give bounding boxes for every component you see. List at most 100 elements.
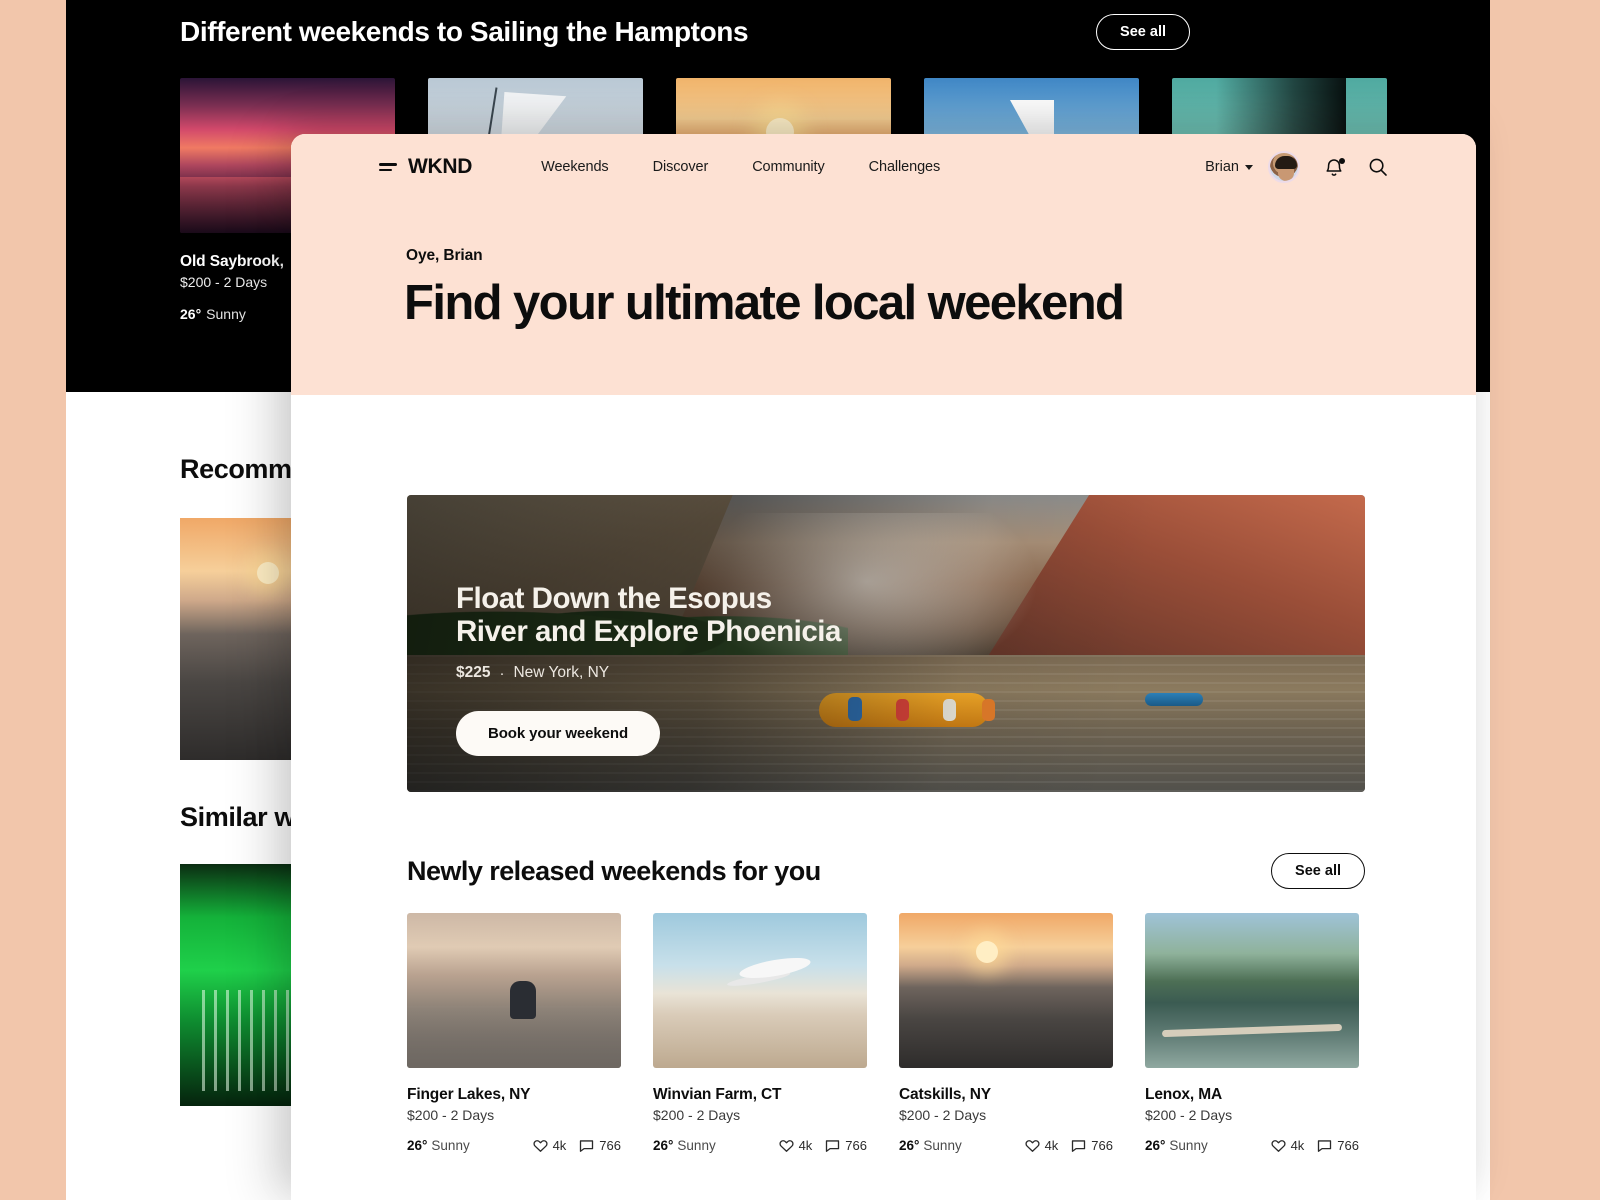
card-engagement: 4k 766 bbox=[533, 1138, 621, 1153]
hamburger-icon[interactable] bbox=[379, 163, 397, 171]
heart-icon bbox=[533, 1139, 548, 1152]
navbar: WKND Weekends Discover Community Challen… bbox=[291, 134, 1476, 200]
comment-value: 766 bbox=[599, 1138, 621, 1153]
hero-price: $225 bbox=[456, 664, 491, 682]
card-stats: 26° Sunny 4k 766 bbox=[653, 1138, 867, 1153]
card-price: $200 - 2 Days bbox=[899, 1107, 987, 1123]
card-condition: Sunny bbox=[923, 1138, 962, 1153]
background-section-title: Different weekends to Sailing the Hampto… bbox=[180, 16, 749, 47]
search-icon[interactable] bbox=[1368, 157, 1388, 177]
card-thumbnail bbox=[899, 913, 1113, 1068]
card-stats: 26° Sunny 4k 766 bbox=[407, 1138, 621, 1153]
hero-meta: $225 · New York, NY bbox=[456, 664, 841, 682]
card-condition: Sunny bbox=[1169, 1138, 1208, 1153]
card-weather: 26°Sunny bbox=[1145, 1138, 1208, 1153]
card-temp: 26° bbox=[653, 1138, 674, 1153]
card-title: Winvian Farm, CT bbox=[653, 1086, 782, 1103]
card-title: Catskills, NY bbox=[899, 1086, 991, 1103]
brand-logo[interactable]: WKND bbox=[379, 155, 472, 179]
weekend-card[interactable]: Finger Lakes, NY $200 - 2 Days 26° Sunny … bbox=[407, 913, 621, 1153]
hero-title: Float Down the Esopus River and Explore … bbox=[456, 582, 841, 648]
comment-icon bbox=[1318, 1139, 1332, 1152]
heart-icon bbox=[1025, 1139, 1040, 1152]
hero-banner[interactable]: Float Down the Esopus River and Explore … bbox=[407, 495, 1365, 792]
card-price: $200 - 2 Days bbox=[1145, 1107, 1233, 1123]
card-engagement: 4k 766 bbox=[1025, 1138, 1113, 1153]
see-all-button[interactable]: See all bbox=[1271, 853, 1365, 889]
card-engagement: 4k 766 bbox=[779, 1138, 867, 1153]
background-recommended-title: Recomm bbox=[180, 454, 292, 484]
nav-item-challenges[interactable]: Challenges bbox=[869, 159, 941, 175]
app-header-area: WKND Weekends Discover Community Challen… bbox=[291, 134, 1476, 395]
comment-icon bbox=[1072, 1139, 1086, 1152]
card-temp: 26° bbox=[899, 1138, 920, 1153]
notification-dot bbox=[1339, 157, 1345, 164]
book-weekend-button[interactable]: Book your weekend bbox=[456, 711, 661, 757]
comment-value: 766 bbox=[1091, 1138, 1113, 1153]
card-thumbnail bbox=[653, 913, 867, 1068]
heart-icon bbox=[1271, 1139, 1286, 1152]
navbar-right: Brian bbox=[1205, 134, 1388, 200]
user-menu[interactable]: Brian bbox=[1205, 159, 1253, 175]
like-value: 4k bbox=[1044, 1138, 1059, 1153]
card-temp: 26° bbox=[180, 306, 202, 322]
like-count[interactable]: 4k bbox=[779, 1138, 813, 1153]
like-count[interactable]: 4k bbox=[1025, 1138, 1059, 1153]
background-see-all-button[interactable]: See all bbox=[1096, 14, 1190, 50]
greeting: Oye, Brian bbox=[406, 247, 483, 264]
like-count[interactable]: 4k bbox=[533, 1138, 567, 1153]
card-grid-newly-released: Finger Lakes, NY $200 - 2 Days 26° Sunny … bbox=[407, 913, 1359, 1153]
card-weather: 26°Sunny bbox=[653, 1138, 716, 1153]
card-price: $200 - 2 Days bbox=[653, 1107, 741, 1123]
avatar[interactable] bbox=[1268, 151, 1300, 183]
heart-icon bbox=[779, 1139, 794, 1152]
weekend-card[interactable]: Catskills, NY $200 - 2 Days 26° Sunny 4k … bbox=[899, 913, 1113, 1153]
card-condition: Sunny bbox=[206, 306, 246, 322]
comment-count[interactable]: 766 bbox=[579, 1138, 621, 1153]
card-weather: 26°Sunny bbox=[899, 1138, 962, 1153]
weekend-card[interactable]: Lenox, MA $200 - 2 Days 26° Sunny 4k 766 bbox=[1145, 913, 1359, 1153]
card-weather: 26°Sunny bbox=[407, 1138, 470, 1153]
like-value: 4k bbox=[1290, 1138, 1305, 1153]
weekend-card[interactable]: Winvian Farm, CT $200 - 2 Days 26° Sunny … bbox=[653, 913, 867, 1153]
comment-value: 766 bbox=[1337, 1138, 1359, 1153]
card-condition: Sunny bbox=[431, 1138, 470, 1153]
app-window: WKND Weekends Discover Community Challen… bbox=[291, 134, 1476, 1200]
comment-icon bbox=[580, 1139, 594, 1152]
card-engagement: 4k 766 bbox=[1271, 1138, 1359, 1153]
like-value: 4k bbox=[798, 1138, 813, 1153]
background-dark-header: Different weekends to Sailing the Hampto… bbox=[180, 14, 1190, 50]
card-condition: Sunny bbox=[677, 1138, 716, 1153]
user-name: Brian bbox=[1205, 159, 1239, 175]
card-title: Finger Lakes, NY bbox=[407, 1086, 531, 1103]
like-count[interactable]: 4k bbox=[1271, 1138, 1305, 1153]
comment-count[interactable]: 766 bbox=[1071, 1138, 1113, 1153]
hero-content: Float Down the Esopus River and Explore … bbox=[456, 582, 841, 757]
card-temp: 26° bbox=[407, 1138, 428, 1153]
background-similar-title: Similar w bbox=[180, 802, 295, 832]
nav-item-weekends[interactable]: Weekends bbox=[541, 159, 609, 175]
page-title: Find your ultimate local weekend bbox=[404, 276, 1125, 330]
card-stats: 26° Sunny 4k 766 bbox=[899, 1138, 1113, 1153]
card-temp: 26° bbox=[1145, 1138, 1166, 1153]
card-stats: 26° Sunny 4k 766 bbox=[1145, 1138, 1359, 1153]
comment-count[interactable]: 766 bbox=[825, 1138, 867, 1153]
section-title: Newly released weekends for you bbox=[407, 855, 821, 886]
card-thumbnail bbox=[407, 913, 621, 1068]
brand-name: WKND bbox=[408, 155, 473, 178]
hero-separator: · bbox=[499, 664, 505, 682]
nav-item-discover[interactable]: Discover bbox=[653, 159, 709, 175]
card-title: Lenox, MA bbox=[1145, 1086, 1223, 1103]
card-thumbnail bbox=[1145, 913, 1359, 1068]
comment-value: 766 bbox=[845, 1138, 867, 1153]
card-price: $200 - 2 Days bbox=[407, 1107, 495, 1123]
bell-icon[interactable] bbox=[1324, 157, 1345, 178]
comment-count[interactable]: 766 bbox=[1317, 1138, 1359, 1153]
like-value: 4k bbox=[552, 1138, 567, 1153]
hero-location: New York, NY bbox=[513, 664, 610, 682]
comment-icon bbox=[826, 1139, 840, 1152]
nav-item-community[interactable]: Community bbox=[752, 159, 825, 175]
section-header-newly-released: Newly released weekends for you See all bbox=[407, 853, 1365, 889]
main-nav: Weekends Discover Community Challenges bbox=[541, 159, 940, 175]
chevron-down-icon bbox=[1245, 164, 1253, 170]
